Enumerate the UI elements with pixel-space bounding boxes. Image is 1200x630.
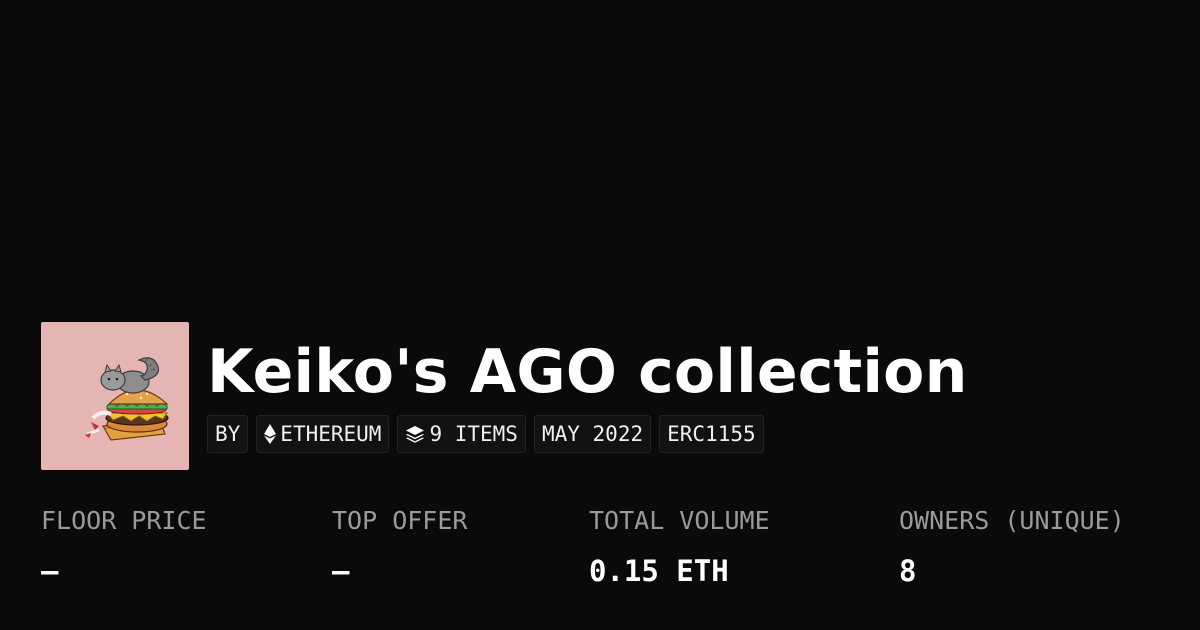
items-chip[interactable]: 9 ITEMS (397, 415, 526, 453)
top-offer-label: TOP OFFER (332, 506, 468, 535)
standard-chip: ERC1155 (659, 415, 764, 453)
owners-label: OWNERS (UNIQUE) (899, 506, 1125, 535)
collection-artwork-image (85, 357, 169, 441)
floor-price-value: — (41, 554, 59, 588)
collection-meta-chips: BY ETHEREUM 9 ITEMS MAY 2022 ERC1155 (207, 415, 968, 453)
creator-chip[interactable]: BY (207, 415, 249, 453)
ethereum-icon (264, 424, 277, 444)
created-date-label: MAY 2022 (541, 422, 644, 446)
collection-stats: FLOOR PRICE — TOP OFFER — TOTAL VOLUME 0… (0, 505, 1200, 605)
total-volume-stat: TOTAL VOLUME 0.15 ETH (589, 505, 770, 589)
creator-label: BY (215, 422, 241, 446)
top-offer-value: — (332, 554, 350, 588)
title-block: Keiko's AGO collection BY ETHEREUM 9 ITE… (207, 336, 968, 453)
owners-value: 8 (899, 554, 917, 588)
total-volume-label: TOTAL VOLUME (589, 506, 770, 535)
floor-price-stat: FLOOR PRICE — (41, 505, 207, 589)
token-standard-label: ERC1155 (667, 422, 756, 446)
owners-stat: OWNERS (UNIQUE) 8 (899, 505, 1125, 589)
top-offer-stat: TOP OFFER — (332, 505, 467, 589)
collection-header: Keiko's AGO collection BY ETHEREUM 9 ITE… (41, 322, 968, 470)
collection-avatar[interactable] (41, 322, 189, 470)
chain-label: ETHEREUM (280, 422, 382, 446)
total-volume-value: 0.15 ETH (589, 554, 729, 588)
items-count-label: 9 ITEMS (429, 422, 518, 446)
layers-icon (405, 425, 425, 443)
floor-price-label: FLOOR PRICE (41, 506, 207, 535)
chain-chip[interactable]: ETHEREUM (256, 415, 390, 453)
date-chip: MAY 2022 (533, 415, 652, 453)
collection-title: Keiko's AGO collection (207, 337, 968, 407)
